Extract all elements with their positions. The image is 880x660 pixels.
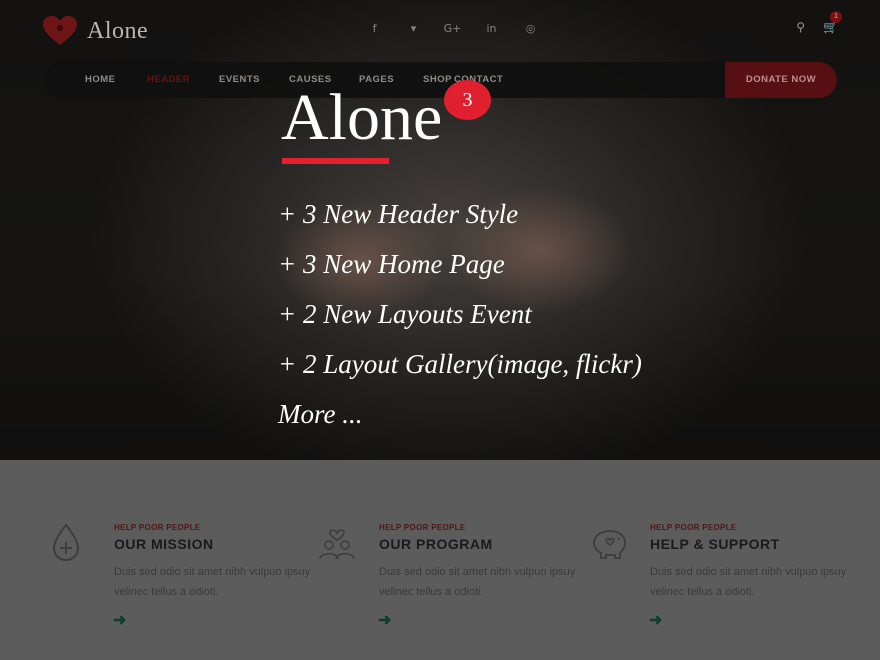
version-badge: 3	[444, 80, 491, 120]
logo[interactable]: Alone	[43, 16, 148, 46]
donate-now-button[interactable]: DONATE NOW	[725, 62, 837, 98]
card-title: OUR PROGRAM	[379, 536, 493, 552]
card-description: Duis sed odio sit amet nibh vulpuo ipsuy…	[650, 566, 847, 598]
card-description: Duis sed odio sit amet nibh vulpuo ipsuy…	[114, 566, 311, 598]
twitter-icon[interactable]: ▾	[394, 22, 433, 35]
cart-count-badge: 1	[830, 11, 843, 23]
google-plus-icon[interactable]: G+	[433, 22, 472, 35]
feature-item: + 3 New Header Style	[278, 199, 519, 229]
card-mission: HELP POOR PEOPLE OUR MISSION Duis sed od…	[52, 460, 322, 660]
cart-icon[interactable]: 🛒 1	[823, 11, 843, 34]
feature-item: + 2 New Layouts Event	[278, 299, 532, 329]
card-help-support: HELP POOR PEOPLE HELP & SUPPORT Duis sed…	[588, 460, 858, 660]
more-link[interactable]: More ...	[278, 396, 642, 446]
hero-title: Alone	[281, 81, 443, 154]
facebook-icon[interactable]: f	[355, 22, 394, 35]
feature-item: + 2 Layout Gallery(image, flickr)	[278, 349, 642, 379]
card-kicker: HELP POOR PEOPLE	[650, 523, 737, 532]
search-icon[interactable]: ⚲	[796, 20, 805, 34]
water-drop-plus-icon	[52, 523, 80, 562]
card-title: OUR MISSION	[114, 536, 214, 552]
card-kicker: HELP POOR PEOPLE	[379, 523, 466, 532]
social-links: f ▾ G+ in ◎	[355, 22, 550, 35]
card-program: HELP POOR PEOPLE OUR PROGRAM Duis sed od…	[317, 460, 587, 660]
card-description: Duis sed odio sit amet nibh vulpuo ipsuy…	[379, 566, 576, 598]
feature-item: + 3 New Home Page	[278, 249, 505, 279]
nav-item-home[interactable]: HOME	[85, 62, 116, 98]
heart-logo-icon	[43, 16, 77, 45]
piggy-bank-icon	[593, 530, 626, 559]
top-actions: ⚲ 🛒 1	[796, 11, 843, 34]
people-heart-icon	[319, 529, 355, 560]
features-section: HELP POOR PEOPLE OUR MISSION Duis sed od…	[0, 460, 880, 660]
feature-list: + 3 New Header Style + 3 New Home Page +…	[278, 196, 642, 446]
title-underline	[282, 158, 389, 164]
nav-item-events[interactable]: EVENTS	[219, 62, 260, 98]
nav-item-header[interactable]: HEADER	[147, 62, 190, 98]
arrow-right-icon[interactable]: ➜	[113, 610, 126, 630]
linkedin-icon[interactable]: in	[472, 22, 511, 35]
arrow-right-icon[interactable]: ➜	[378, 610, 391, 630]
arrow-right-icon[interactable]: ➜	[649, 610, 662, 630]
card-kicker: HELP POOR PEOPLE	[114, 523, 201, 532]
logo-text: Alone	[87, 17, 149, 44]
dribbble-icon[interactable]: ◎	[511, 22, 550, 35]
card-title: HELP & SUPPORT	[650, 536, 780, 552]
